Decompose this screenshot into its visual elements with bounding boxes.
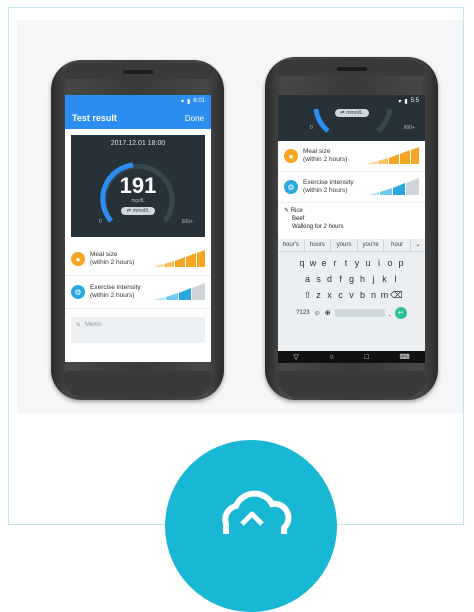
left-screen: ▾ ▮ 6:01 Test result Done 2017.12.01 18:… <box>65 95 211 362</box>
android-nav-bar: ▽ ○ □ ⌨ <box>278 351 425 363</box>
scale-max: 600+ <box>403 125 415 131</box>
scale-min: 0 <box>99 219 102 225</box>
globe-icon[interactable]: ⊕ <box>325 309 331 317</box>
suggestion[interactable]: hour's <box>278 239 305 251</box>
key[interactable]: b <box>357 290 368 301</box>
bicycle-icon: ⚙ <box>71 285 85 299</box>
key[interactable]: o <box>385 258 396 268</box>
key[interactable]: j <box>368 274 379 284</box>
key[interactable]: e <box>319 258 330 268</box>
key[interactable]: t <box>341 258 352 268</box>
key-row-3: ⇧ z x c v b n m ⌫ <box>278 290 425 301</box>
left-phone: ▾ ▮ 6:01 Test result Done 2017.12.01 18:… <box>51 60 224 400</box>
status-bar: ▾ ▮ 6:01 <box>65 95 211 107</box>
exercise-intensity-scale[interactable] <box>367 177 419 197</box>
meal-icon: ● <box>284 149 298 163</box>
period-key[interactable]: . <box>389 309 391 318</box>
right-phone: ▾ ▮ 5:5 ⇄ mmol/L 0 600+ ● Meal size (withi… <box>265 57 438 400</box>
battery-icon: ▮ <box>404 98 408 105</box>
shift-icon[interactable]: ⇧ <box>302 290 313 301</box>
space-bar[interactable] <box>334 309 385 317</box>
key[interactable]: s <box>313 274 324 284</box>
key[interactable]: q <box>297 258 308 268</box>
swap-icon: ⇄ <box>126 208 131 214</box>
bicycle-icon: ⚙ <box>284 180 298 194</box>
key[interactable]: a <box>302 274 313 284</box>
keyboard: hour's hours yours you're hour ⌄ q w e r… <box>278 239 425 351</box>
keyboard-icon[interactable]: ⌨ <box>399 353 409 361</box>
exercise-row[interactable]: ⚙ Exercise intensity (within 2 hours) <box>278 172 425 203</box>
meal-size-row[interactable]: ● Meal size (within 2 hours) <box>65 243 211 276</box>
chevron-down-icon[interactable]: ⌄ <box>411 239 425 251</box>
meal-size-row[interactable]: ● Meal size (within 2 hours) <box>278 141 425 172</box>
suggestion[interactable]: hour <box>384 239 411 251</box>
right-screen: ▾ ▮ 5:5 ⇄ mmol/L 0 600+ ● Meal size (withi… <box>278 95 425 363</box>
key[interactable]: h <box>357 274 368 284</box>
key[interactable]: k <box>379 274 390 284</box>
meal-icon: ● <box>71 252 85 266</box>
recents-icon[interactable]: □ <box>365 354 369 361</box>
key[interactable]: l <box>390 274 401 284</box>
key[interactable]: c <box>335 290 346 301</box>
key[interactable]: n <box>368 290 379 301</box>
meal-size-scale[interactable] <box>153 249 205 269</box>
key[interactable]: u <box>363 258 374 268</box>
scale-max: 600+ <box>181 219 193 225</box>
suggestion-strip: hour's hours yours you're hour ⌄ <box>278 239 425 252</box>
exercise-row[interactable]: ⚙ Exercise intensity (within 2 hours) <box>65 276 211 309</box>
key-row-4: ?123 ☺ ⊕ . ↵ <box>278 307 425 319</box>
app-bar: Test result Done <box>65 107 211 129</box>
key[interactable]: y <box>352 258 363 268</box>
suggestion[interactable]: yours <box>331 239 358 251</box>
wifi-icon: ▾ <box>398 98 402 105</box>
result-card: 2017.12.01 18:00 191 mg/dL ⇄ mmol/L 0 600… <box>71 135 205 237</box>
exercise-intensity-scale[interactable] <box>153 282 205 302</box>
home-icon[interactable]: ○ <box>330 354 334 361</box>
page-title: Test result <box>72 113 117 123</box>
speaker-grille <box>122 70 153 74</box>
status-bar: ▾ ▮ 5:5 <box>398 98 419 105</box>
suggestion[interactable]: hours <box>305 239 332 251</box>
memo-field[interactable]: ✎ Memo <box>71 317 205 343</box>
symbols-key[interactable]: ?123 <box>296 310 309 316</box>
glucose-value: 191 <box>119 173 157 198</box>
wifi-icon: ▾ <box>180 98 184 105</box>
key[interactable]: g <box>346 274 357 284</box>
glucose-unit: mg/dL <box>131 198 145 204</box>
key[interactable]: v <box>346 290 357 301</box>
backspace-icon[interactable]: ⌫ <box>390 290 403 301</box>
result-card-scrolled: ▾ ▮ 5:5 ⇄ mmol/L 0 600+ <box>278 95 425 141</box>
memo-field[interactable]: ✎ Rice Beef Walking for 2 hours <box>284 207 419 231</box>
key[interactable]: m <box>379 290 390 301</box>
key[interactable]: i <box>374 258 385 268</box>
enter-icon[interactable]: ↵ <box>394 307 407 319</box>
done-button[interactable]: Done <box>185 114 204 123</box>
key-row-1: q w e r t y u i o p <box>278 258 425 268</box>
back-icon[interactable]: ▽ <box>293 353 298 361</box>
unit-toggle[interactable]: ⇄ mmol/L <box>334 109 369 117</box>
unit-toggle[interactable]: ⇄ mmol/L <box>121 207 155 215</box>
speaker-grille <box>336 67 367 71</box>
pencil-icon: ✎ <box>76 323 82 329</box>
key[interactable]: x <box>324 290 335 301</box>
key[interactable]: r <box>330 258 341 268</box>
key[interactable]: p <box>396 258 407 268</box>
key[interactable]: f <box>335 274 346 284</box>
suggestion[interactable]: you're <box>358 239 385 251</box>
scale-min: 0 <box>310 125 313 131</box>
cloud-upload-icon <box>222 490 292 534</box>
battery-icon: ▮ <box>187 98 191 105</box>
emoji-icon[interactable]: ☺ <box>314 310 321 317</box>
key[interactable]: w <box>308 258 319 268</box>
key[interactable]: d <box>324 274 335 284</box>
meal-size-scale[interactable] <box>367 146 419 166</box>
swap-icon: ⇄ <box>340 110 345 116</box>
pencil-icon: ✎ <box>284 208 290 214</box>
key-row-2: a s d f g h j k l <box>278 274 425 284</box>
key[interactable]: z <box>313 290 324 301</box>
